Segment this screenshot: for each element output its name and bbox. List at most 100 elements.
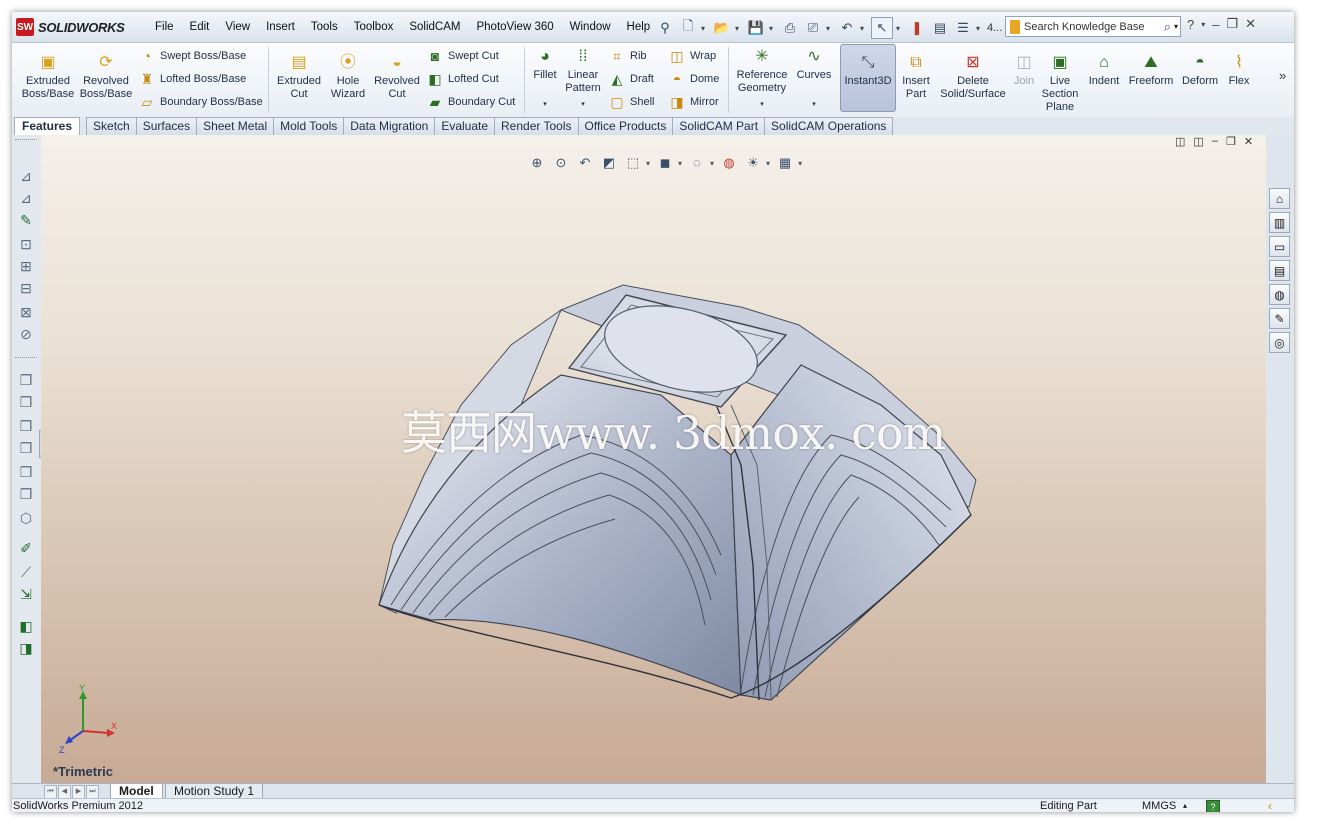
view-cube-6-icon[interactable]: ❒ <box>17 485 35 503</box>
draft-button[interactable]: ◭ Draft <box>608 69 654 89</box>
extruded-cut-button[interactable]: ▤ Extruded Cut <box>274 53 324 101</box>
menu-solidcam[interactable]: SolidCAM <box>401 12 468 42</box>
menu-insert[interactable]: Insert <box>258 12 303 42</box>
menu-toolbox[interactable]: Toolbox <box>346 12 402 42</box>
options-dropdown-icon[interactable]: ▾ <box>976 24 984 33</box>
view-palette-icon[interactable]: ▤ <box>1269 260 1290 281</box>
view-cube-2-icon[interactable]: ❒ <box>17 393 35 411</box>
custom-properties-icon[interactable]: ✎ <box>1269 308 1290 329</box>
flex-button[interactable]: ⌇ Flex <box>1224 53 1254 88</box>
view-cube-1-icon[interactable]: ❒ <box>17 371 35 389</box>
view-cube-7-icon[interactable]: ⬡ <box>17 509 35 527</box>
sketch-e-icon[interactable]: ⊟ <box>17 279 35 297</box>
view-cube-5-icon[interactable]: ❒ <box>17 463 35 481</box>
options-icon[interactable]: ☰ <box>953 18 973 38</box>
view-cube-4-icon[interactable]: ❒ <box>17 439 35 457</box>
print-preview-icon[interactable]: ⎚ <box>803 18 823 38</box>
menu-help[interactable]: Help <box>619 12 659 42</box>
design-library-icon[interactable]: ▥ <box>1269 212 1290 233</box>
menu-photoview[interactable]: PhotoView 360 <box>468 12 561 42</box>
move-entity-icon[interactable]: ⇲ <box>17 585 35 603</box>
curves-dropdown-icon[interactable]: ▾ <box>794 98 834 111</box>
open-dropdown-icon[interactable]: ▾ <box>735 24 743 33</box>
deform-button[interactable]: ◓ Deform <box>1178 53 1222 88</box>
sketch-pencil-icon[interactable]: ✐ <box>17 539 35 557</box>
appearances-scenes-icon[interactable]: ◍ <box>1269 284 1290 305</box>
tab-sketch[interactable]: Sketch <box>86 117 137 136</box>
search-icon[interactable]: ⌕ <box>1161 19 1174 35</box>
shell-button[interactable]: ▢ Shell <box>608 92 654 112</box>
tab-sheet-metal[interactable]: Sheet Metal <box>197 117 275 136</box>
linear-pattern-dropdown-icon[interactable]: ▾ <box>562 98 604 111</box>
sketch-edit-icon[interactable]: ✎ <box>17 211 35 229</box>
revolved-boss-button[interactable]: ⟳ Revolved Boss/Base <box>78 53 134 101</box>
unit-system[interactable]: MMGS <box>1142 799 1176 812</box>
smart-dimension-icon[interactable]: ⟋ <box>17 563 35 581</box>
previous-tab-icon[interactable]: ◀ <box>58 785 71 799</box>
reference-geometry-dropdown-icon[interactable]: ▾ <box>732 98 792 111</box>
tab-solidcam-operations[interactable]: SolidCAM Operations <box>765 117 894 136</box>
save-dropdown-icon[interactable]: ▾ <box>769 24 777 33</box>
rib-button[interactable]: ⌗ Rib <box>608 46 646 66</box>
next-tab-icon[interactable]: ▶ <box>72 785 85 799</box>
tab-render-tools[interactable]: Render Tools <box>495 117 579 136</box>
view-cube-3-icon[interactable]: ❒ <box>17 417 35 435</box>
fillet-dropdown-icon[interactable]: ▾ <box>530 98 560 111</box>
open-icon[interactable]: 📂 <box>712 18 732 38</box>
solidworks-forum-icon[interactable]: ◎ <box>1269 332 1290 353</box>
tab-features[interactable]: Features <box>14 117 81 136</box>
file-properties-icon[interactable]: ▤ <box>930 18 950 38</box>
file-explorer-icon[interactable]: ▭ <box>1269 236 1290 257</box>
minimize-icon[interactable]: – <box>1212 17 1219 32</box>
print-icon[interactable]: ⎙ <box>780 18 800 38</box>
graphics-area[interactable]: ⊕ ⊙ ↶ ◩ ⬚▾ ◼▾ ◌▾ ◍ ☀▾ ▦▾ ◫ ◫ – ❐ ✕ <box>41 135 1266 783</box>
reference-geometry-button[interactable]: ✳ Reference Geometry ▾ <box>732 47 792 111</box>
hole-wizard-button[interactable]: ⦿ Hole Wizard <box>326 53 370 101</box>
menu-view[interactable]: View <box>217 12 258 42</box>
save-icon[interactable]: 💾 <box>746 18 766 38</box>
select-arrow-icon[interactable]: ↖ <box>871 17 893 39</box>
pin-icon[interactable]: ⚲ <box>655 18 675 38</box>
sketch-a-icon[interactable]: ⊿ <box>17 167 35 185</box>
lofted-cut-button[interactable]: ◧ Lofted Cut <box>426 69 498 89</box>
insert-part-button[interactable]: ⧉ Insert Part <box>898 53 934 101</box>
fillet-button[interactable]: ◕ Fillet ▾ <box>530 47 560 111</box>
tab-model[interactable]: Model <box>110 784 163 799</box>
boundary-boss-button[interactable]: ▱ Boundary Boss/Base <box>138 92 263 112</box>
quick-tips-icon[interactable]: ? <box>1206 800 1220 812</box>
extruded-boss-button[interactable]: ▣ Extruded Boss/Base <box>18 53 78 101</box>
unit-system-arrow[interactable]: ▴ <box>1183 799 1187 812</box>
select-dropdown-icon[interactable]: ▾ <box>896 24 904 33</box>
help-dropdown-icon[interactable]: ▾ <box>1201 20 1205 29</box>
first-tab-icon[interactable]: ⏮ <box>44 785 57 799</box>
new-document-icon[interactable]: 🗋 <box>678 18 698 38</box>
tab-surfaces[interactable]: Surfaces <box>136 117 198 136</box>
menu-window[interactable]: Window <box>562 12 619 42</box>
swept-cut-button[interactable]: ◙ Swept Cut <box>426 46 499 66</box>
boundary-cut-button[interactable]: ▰ Boundary Cut <box>426 92 516 112</box>
undo-icon[interactable]: ↶ <box>837 18 857 38</box>
layer-b-icon[interactable]: ◨ <box>17 639 35 657</box>
tab-evaluate[interactable]: Evaluate <box>435 117 496 136</box>
ribbon-overflow-icon[interactable]: » <box>1279 68 1286 83</box>
swept-boss-button[interactable]: ◔ Swept Boss/Base <box>138 46 246 66</box>
undo-dropdown-icon[interactable]: ▾ <box>860 24 868 33</box>
indent-button[interactable]: ⌂ Indent <box>1084 53 1124 88</box>
new-dropdown-icon[interactable]: ▾ <box>701 24 709 33</box>
quick-access-overflow[interactable]: 4... <box>987 22 1002 34</box>
layer-a-icon[interactable]: ◧ <box>17 617 35 635</box>
curves-button[interactable]: ∿ Curves ▾ <box>794 47 834 111</box>
live-section-plane-button[interactable]: ▣ Live Section Plane <box>1038 53 1082 114</box>
join-button[interactable]: ◫ Join <box>1012 53 1036 88</box>
tab-solidcam-part[interactable]: SolidCAM Part <box>673 117 766 136</box>
lofted-boss-button[interactable]: ♜ Lofted Boss/Base <box>138 69 247 89</box>
sketch-d-icon[interactable]: ⊞ <box>17 257 35 275</box>
solidworks-resources-icon[interactable]: ⌂ <box>1269 188 1290 209</box>
help-icon[interactable]: ? <box>1187 17 1194 32</box>
dome-button[interactable]: ◓ Dome <box>668 69 720 89</box>
instant3d-button[interactable]: ⤡ Instant3D <box>840 44 896 112</box>
tab-mold-tools[interactable]: Mold Tools <box>274 117 345 136</box>
rebuild-traffic-light-icon[interactable]: ❚ <box>907 18 927 38</box>
restore-icon[interactable]: ❐ <box>1226 16 1238 32</box>
status-collapse-icon[interactable]: ‹ <box>1268 799 1272 812</box>
